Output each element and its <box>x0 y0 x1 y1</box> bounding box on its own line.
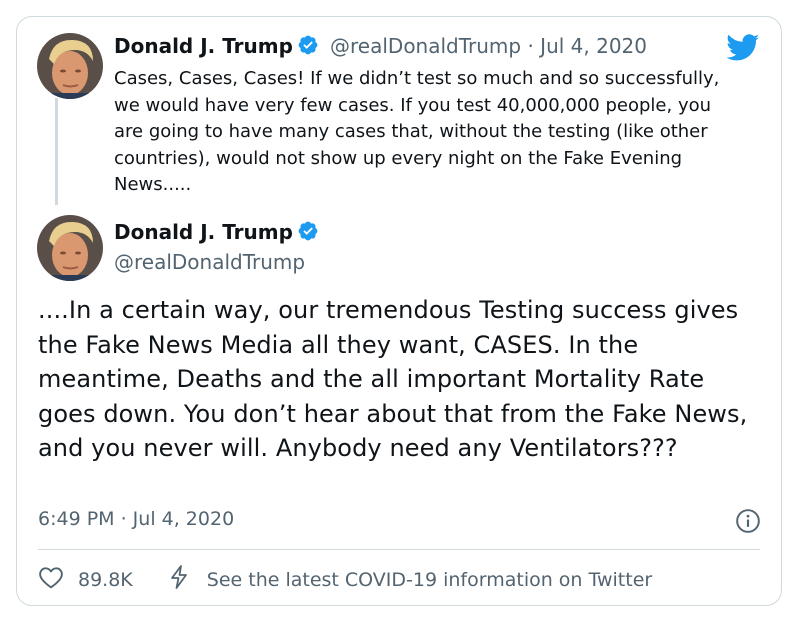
heart-icon[interactable] <box>38 565 64 594</box>
main-tweet-header: Donald J. Trump <box>114 220 319 246</box>
avatar[interactable] <box>37 215 103 281</box>
verified-badge-icon <box>297 220 319 246</box>
separator-dot: · <box>521 34 541 58</box>
main-tweet-text: ....In a certain way, our tremendous Tes… <box>38 296 748 462</box>
tweet-actions: 89.8K See the latest COVID-19 informatio… <box>38 564 652 595</box>
quoted-tweet-header: Donald J. Trump @realDonaldTrump · Jul 4… <box>114 34 647 60</box>
author-handle[interactable]: @realDonaldTrump <box>114 250 305 274</box>
quoted-tweet-text: Cases, Cases, Cases! If we didn’t test s… <box>114 68 720 195</box>
avatar[interactable] <box>37 33 103 99</box>
verified-badge-icon <box>297 34 319 60</box>
author-name[interactable]: Donald J. Trump <box>114 34 293 58</box>
author-handle[interactable]: @realDonaldTrump <box>330 34 521 58</box>
tweet-timestamp[interactable]: 6:49 PM · Jul 4, 2020 <box>38 508 234 530</box>
lightning-bolt-icon[interactable] <box>167 564 191 595</box>
twitter-bird-icon[interactable] <box>726 34 760 66</box>
divider <box>38 549 760 550</box>
thread-connector <box>55 98 58 205</box>
like-count[interactable]: 89.8K <box>78 569 133 591</box>
tweet-date[interactable]: Jul 4, 2020 <box>540 34 647 58</box>
info-icon[interactable] <box>735 508 761 538</box>
covid-info-link[interactable]: See the latest COVID-19 information on T… <box>207 569 652 591</box>
author-name[interactable]: Donald J. Trump <box>114 220 293 244</box>
